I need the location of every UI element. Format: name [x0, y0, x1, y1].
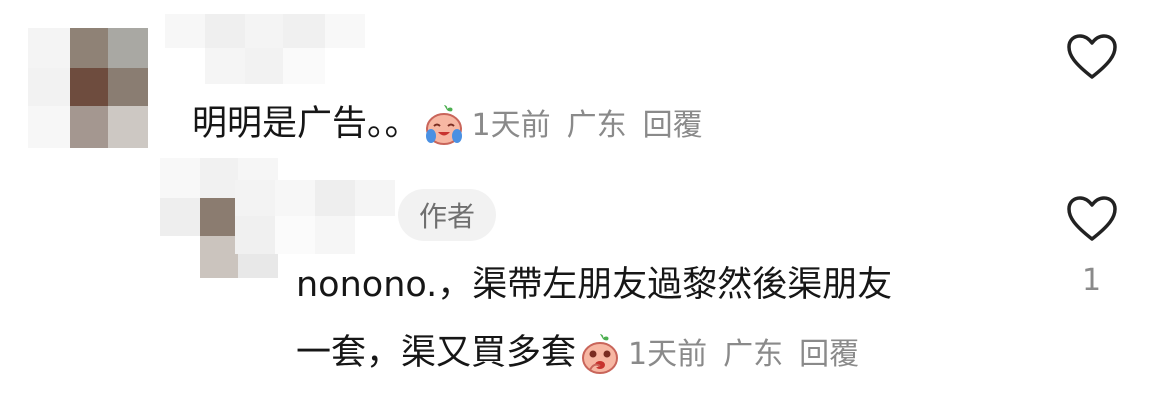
reply-text-line1: nonono.，渠帶左朋友過黎然後渠朋友: [296, 265, 893, 305]
reply-body-line2: 一套，渠又買多套 1天前 广东 回覆: [296, 332, 859, 376]
heart-icon[interactable]: [1066, 195, 1118, 243]
author-badge: 作者: [398, 189, 496, 241]
reply-time: 1天前: [628, 337, 708, 372]
reply-button[interactable]: 回覆: [643, 108, 703, 143]
comment-body: 明明是广告。。 1天前 广东 回覆: [192, 103, 703, 147]
comment-time: 1天前: [471, 108, 551, 143]
crying-face-icon: [422, 103, 466, 147]
like-count: 1: [1082, 263, 1102, 298]
shy-face-icon: [578, 332, 622, 376]
username[interactable]: [165, 14, 365, 84]
reply-text-line2: 一套，渠又買多套: [296, 333, 577, 373]
reply-username[interactable]: [235, 180, 395, 254]
reply-reply-button[interactable]: 回覆: [799, 337, 859, 372]
comment-location: 广东: [566, 108, 627, 143]
comment-thread: 明明是广告。。 1天前 广东 回覆 作者 nonono.，渠帶左朋友過黎然後渠朋友 …: [0, 0, 1170, 403]
comment-text: 明明是广告。。: [192, 104, 420, 144]
avatar[interactable]: [28, 28, 148, 148]
heart-icon[interactable]: [1066, 33, 1118, 81]
reply-location: 广东: [723, 337, 784, 372]
